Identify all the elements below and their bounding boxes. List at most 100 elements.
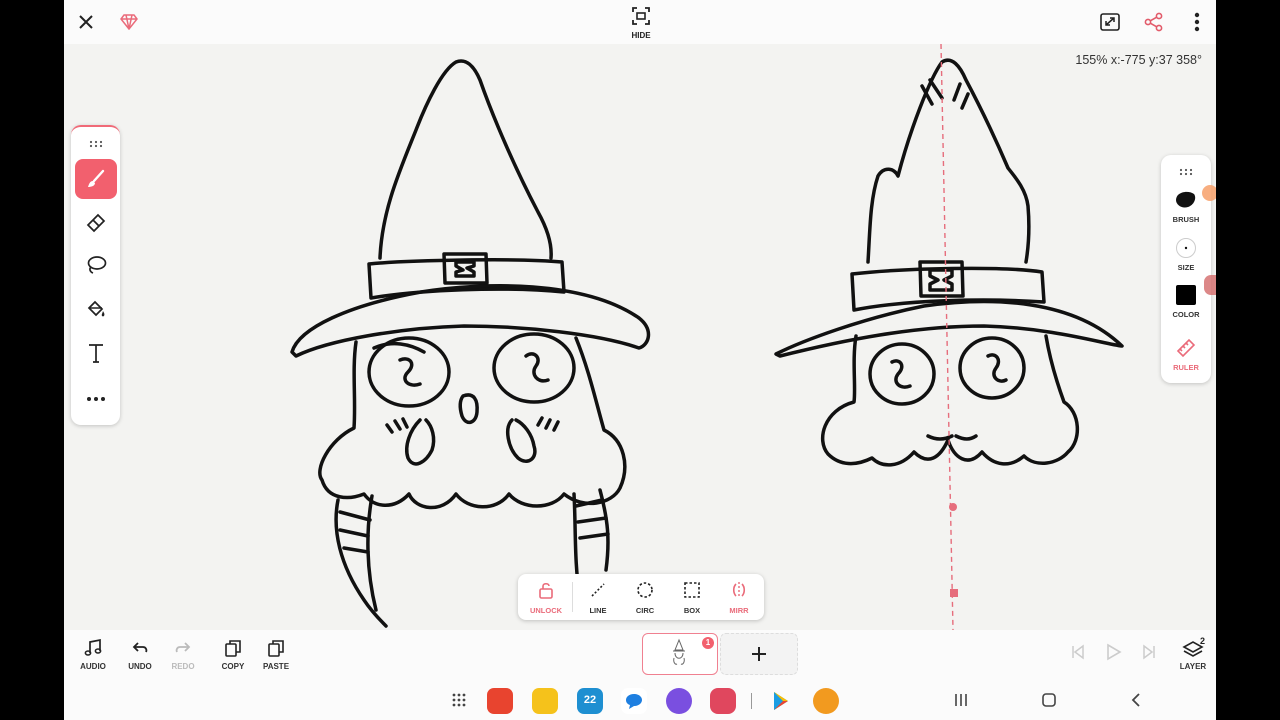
line-icon (591, 583, 605, 597)
expand-icon[interactable] (1098, 10, 1122, 34)
diamond-icon[interactable] (117, 10, 141, 34)
zoom-coords-readout: 155% x:-775 y:37 358° (1075, 53, 1202, 67)
orange-handle[interactable] (1202, 185, 1216, 201)
hide-label: HIDE (631, 31, 651, 40)
eraser-icon (86, 213, 106, 233)
unlock-label: UNLOCK (529, 606, 563, 615)
close-icon[interactable] (74, 10, 98, 34)
paste-icon (268, 640, 284, 657)
mirr-label: MIRR (729, 606, 749, 615)
calendar-app-icon[interactable]: 22 (577, 688, 603, 714)
size-picker-button[interactable]: SIZE (1161, 237, 1211, 277)
text-tool-button[interactable] (75, 333, 117, 373)
top-bar: HIDE (64, 0, 1216, 44)
notes-app-icon[interactable] (487, 688, 513, 714)
files-app-icon[interactable] (532, 688, 558, 714)
copy-label: COPY (221, 662, 245, 671)
circle-button[interactable]: CIRC (625, 578, 665, 618)
box-icon (684, 582, 700, 598)
size-dot-icon (1176, 238, 1196, 258)
redo-label: REDO (171, 662, 195, 671)
drag-handle-icon[interactable] (1179, 163, 1193, 181)
brush-tool-button[interactable] (75, 159, 117, 199)
music-note-icon (84, 638, 102, 656)
audio-label: AUDIO (80, 662, 106, 671)
lasso-icon (87, 256, 107, 274)
mirror-button[interactable]: MIRR (719, 578, 759, 618)
app-screen: HIDE 155% x:-775 y:37 358° BRUSH SIZE CO… (64, 0, 1216, 720)
hide-button[interactable]: HIDE (626, 4, 656, 40)
box-button[interactable]: BOX (672, 578, 712, 618)
line-button[interactable]: LINE (578, 578, 618, 618)
system-nav-bar: 22 (64, 678, 1216, 720)
left-tool-panel (71, 125, 120, 425)
add-frame-button[interactable] (720, 633, 798, 675)
line-label: LINE (589, 606, 607, 615)
ruler-icon (1176, 338, 1196, 358)
share-icon[interactable] (1142, 10, 1166, 34)
home-icon[interactable] (1041, 692, 1057, 713)
ruler-button[interactable]: RULER (1161, 337, 1211, 377)
shape-tool-bar: UNLOCK LINE CIRC BOX MIRR (518, 574, 764, 620)
text-icon (89, 344, 103, 363)
divider (572, 582, 573, 612)
redo-button[interactable]: REDO (161, 636, 205, 676)
ruler-label: RULER (1173, 363, 1199, 372)
back-icon[interactable] (1130, 692, 1142, 713)
play-store-icon[interactable] (770, 690, 792, 717)
size-label: SIZE (1177, 263, 1195, 272)
drag-handle-icon[interactable] (89, 135, 103, 153)
copy-icon (225, 640, 241, 657)
color-label: COLOR (1172, 310, 1200, 319)
layer-label: LAYER (1179, 662, 1207, 671)
layer-button[interactable]: 2 LAYER (1176, 636, 1216, 676)
undo-button[interactable]: UNDO (118, 636, 162, 676)
apps-grid-icon[interactable] (451, 692, 467, 713)
video-app-icon[interactable] (813, 688, 839, 714)
more-tools-button[interactable] (75, 379, 117, 419)
fill-tool-button[interactable] (75, 289, 117, 329)
box-label: BOX (683, 606, 701, 615)
witch-drawing (290, 44, 1124, 630)
first-frame-icon[interactable] (1070, 644, 1086, 665)
frame-preview-icon (673, 638, 685, 665)
pink-handle[interactable] (1204, 275, 1216, 295)
brush-icon (88, 169, 105, 187)
unlock-icon (539, 582, 553, 599)
recents-icon[interactable] (953, 693, 969, 712)
brush-label: BRUSH (1172, 215, 1200, 224)
hide-icon (632, 7, 650, 25)
copy-button[interactable]: COPY (211, 636, 255, 676)
circ-label: CIRC (635, 606, 655, 615)
circle-icon (637, 582, 653, 598)
paste-label: PASTE (262, 662, 290, 671)
brush-blob-icon (1176, 191, 1196, 208)
browser-app-icon[interactable] (666, 688, 692, 714)
frame-thumbnail[interactable]: 1 (642, 633, 718, 675)
undo-label: UNDO (128, 662, 152, 671)
color-picker-button[interactable]: COLOR (1161, 285, 1211, 325)
undo-icon (132, 642, 148, 653)
redo-icon (175, 642, 191, 653)
messages-app-icon[interactable] (621, 688, 647, 714)
unlock-button[interactable]: UNLOCK (526, 578, 566, 618)
eraser-tool-button[interactable] (75, 203, 117, 243)
more-icon (87, 397, 105, 401)
layer-count: 2 (1200, 636, 1206, 646)
mirror-icon (732, 582, 746, 598)
dock-divider (751, 693, 752, 709)
paste-button[interactable]: PASTE (254, 636, 298, 676)
drawing-canvas[interactable] (64, 44, 1216, 630)
screen-recorder-app-icon[interactable] (710, 688, 736, 714)
more-vertical-icon[interactable] (1186, 10, 1208, 34)
play-icon[interactable] (1104, 643, 1122, 666)
last-frame-icon[interactable] (1141, 644, 1157, 665)
color-swatch (1176, 285, 1196, 305)
lasso-tool-button[interactable] (75, 245, 117, 285)
bottom-bar: AUDIO UNDO REDO COPY PASTE 1 2 LAYER (64, 630, 1216, 678)
calendar-day: 22 (583, 694, 597, 706)
fill-bucket-icon (87, 300, 105, 317)
frame-badge: 1 (702, 637, 714, 649)
audio-button[interactable]: AUDIO (71, 636, 115, 676)
plus-icon (752, 647, 766, 661)
